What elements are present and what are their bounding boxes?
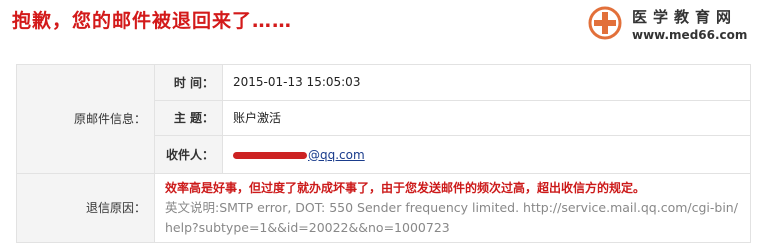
time-row: 原邮件信息： 时 间： 2015-01-13 15:05:03 xyxy=(16,64,751,174)
med66-logo[interactable]: 医学教育网 www.med66.com xyxy=(588,4,756,46)
logo-url: www.med66.com xyxy=(632,28,748,42)
recipient-link[interactable]: @qq.com xyxy=(233,148,365,162)
bounce-reason-row: 退信原因： 效率高是好事，但过度了就办成坏事了，由于您发送邮件的频次过高，超出收… xyxy=(16,172,751,243)
bounce-reason-cell: 效率高是好事，但过度了就办成坏事了，由于您发送邮件的频次过高，超出收信方的规定。… xyxy=(154,172,751,243)
med66-logo-icon xyxy=(588,6,622,40)
time-value: 2015-01-13 15:05:03 xyxy=(222,64,751,101)
original-mail-section-label: 原邮件信息： xyxy=(16,64,155,174)
recipient-domain: @qq.com xyxy=(308,147,365,162)
bounce-info-table: 原邮件信息： 时 间： 2015-01-13 15:05:03 主 题： 账户激… xyxy=(16,64,751,243)
page-title: 抱歉，您的邮件被退回来了…… xyxy=(12,10,293,32)
subject-label: 主 题： xyxy=(154,99,223,137)
recipient-label: 收件人： xyxy=(154,135,223,174)
redaction-mark xyxy=(233,151,307,159)
bounce-reason-text: 效率高是好事，但过度了就办成坏事了，由于您发送邮件的频次过高，超出收信方的规定。 xyxy=(165,180,646,195)
logo-name: 医学教育网 xyxy=(632,8,738,26)
recipient-cell: @qq.com xyxy=(222,135,751,174)
bounce-detail-text: 英文说明:SMTP error, DOT: 550 Sender frequen… xyxy=(165,199,738,235)
subject-value: 账户激活 xyxy=(222,99,751,137)
bounce-reason-label: 退信原因： xyxy=(16,172,155,243)
time-label: 时 间： xyxy=(154,64,223,101)
